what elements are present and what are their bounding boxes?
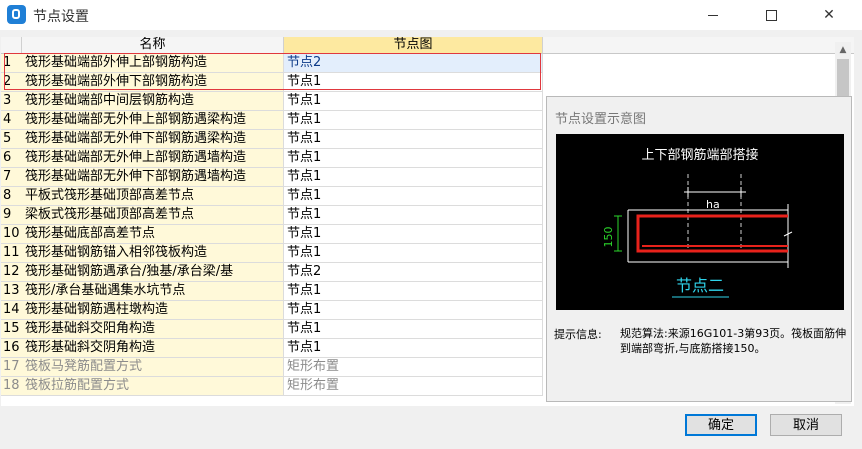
row-node[interactable]: 节点1: [284, 149, 543, 168]
row-name[interactable]: 筏形基础斜交阴角构造: [22, 339, 284, 358]
window-title: 节点设置: [33, 9, 89, 25]
header-node[interactable]: 节点图: [284, 37, 543, 53]
header-index: [1, 37, 22, 53]
row-name[interactable]: 筏形基础斜交阳角构造: [22, 320, 284, 339]
row-name[interactable]: 筏形基础端部无外伸下部钢筋遇梁构造: [22, 130, 284, 149]
title-bar: 节点设置 ✕: [0, 0, 862, 30]
row-node[interactable]: 节点1: [284, 111, 543, 130]
scroll-up-icon[interactable]: ▲: [835, 42, 851, 58]
row-name[interactable]: 筏形基础端部无外伸上部钢筋遇梁构造: [22, 111, 284, 130]
table-row[interactable]: 6 筏形基础端部无外伸上部钢筋遇墙构造 节点1: [1, 149, 543, 168]
row-name[interactable]: 筏形基础端部无外伸上部钢筋遇墙构造: [22, 149, 284, 168]
row-index: 3: [1, 92, 23, 111]
row-index: 13: [1, 282, 23, 301]
table-row[interactable]: 3 筏形基础端部中间层钢筋构造 节点1: [1, 92, 543, 111]
node-preview-panel: 节点设置示意图 上下部钢筋端部搭接 ha 150 节点二 提示信息: 规范算法:…: [546, 96, 852, 402]
row-name[interactable]: 筏形基础钢筋遇柱墩构造: [22, 301, 284, 320]
table-row[interactable]: 12 筏形基础钢筋遇承台/独基/承台梁/基 节点2: [1, 263, 543, 282]
table-row[interactable]: 4 筏形基础端部无外伸上部钢筋遇梁构造 节点1: [1, 111, 543, 130]
close-button[interactable]: ✕: [806, 0, 852, 30]
row-node[interactable]: 节点1: [284, 320, 543, 339]
row-index: 8: [1, 187, 23, 206]
table-row[interactable]: 5 筏形基础端部无外伸下部钢筋遇梁构造 节点1: [1, 130, 543, 149]
table-row[interactable]: 11 筏形基础钢筋锚入相邻筏板构造 节点1: [1, 244, 543, 263]
table-row[interactable]: 9 梁板式筏形基础顶部高差节点 节点1: [1, 206, 543, 225]
table-row[interactable]: 17 筏板马凳筋配置方式 矩形布置: [1, 358, 543, 377]
row-index: 5: [1, 130, 23, 149]
row-name[interactable]: 筏形基础钢筋锚入相邻筏板构造: [22, 244, 284, 263]
table-row[interactable]: 15 筏形基础斜交阳角构造 节点1: [1, 320, 543, 339]
table-row[interactable]: 14 筏形基础钢筋遇柱墩构造 节点1: [1, 301, 543, 320]
table-row[interactable]: 13 筏形/承台基础遇集水坑节点 节点1: [1, 282, 543, 301]
table-row[interactable]: 18 筏板拉筋配置方式 矩形布置: [1, 377, 543, 396]
preview-title: 节点设置示意图: [555, 112, 647, 127]
row-node[interactable]: 节点1: [284, 225, 543, 244]
row-name[interactable]: 筏形/承台基础遇集水坑节点: [22, 282, 284, 301]
cancel-button[interactable]: 取消: [770, 414, 842, 436]
row-node[interactable]: 节点1: [284, 339, 543, 358]
diagram-svg: 上下部钢筋端部搭接 ha 150 节点二: [602, 147, 793, 298]
table-row[interactable]: 10 筏形基础底部高差节点 节点1: [1, 225, 543, 244]
row-index: 17: [1, 358, 23, 377]
row-node[interactable]: 节点1: [284, 168, 543, 187]
maximize-icon: [765, 9, 777, 21]
row-node[interactable]: 矩形布置: [284, 377, 543, 396]
node-diagram: 上下部钢筋端部搭接 ha 150 节点二: [556, 134, 844, 310]
row-name[interactable]: 筏形基础钢筋遇承台/独基/承台梁/基: [22, 263, 284, 282]
diagram-caption: 节点二: [676, 276, 724, 295]
row-name[interactable]: 筏形基础端部中间层钢筋构造: [22, 92, 284, 111]
row-index: 15: [1, 320, 23, 339]
minimize-icon: [708, 14, 718, 16]
header-name[interactable]: 名称: [22, 37, 284, 53]
row-node[interactable]: 节点1: [284, 206, 543, 225]
grid-rows: 1 筏形基础端部外伸上部钢筋构造 节点2 2 筏形基础端部外伸下部钢筋构造 节点…: [1, 54, 543, 396]
ok-button[interactable]: 确定: [685, 414, 757, 436]
hint-label: 提示信息:: [554, 328, 602, 341]
row-index: 7: [1, 168, 23, 187]
selection-highlight: [4, 53, 541, 90]
row-index: 10: [1, 225, 23, 244]
row-node[interactable]: 节点1: [284, 244, 543, 263]
close-icon: ✕: [823, 7, 835, 23]
row-index: 18: [1, 377, 23, 396]
row-node[interactable]: 节点1: [284, 92, 543, 111]
diagram-title: 上下部钢筋端部搭接: [641, 147, 758, 163]
row-index: 11: [1, 244, 23, 263]
row-name[interactable]: 筏板拉筋配置方式: [22, 377, 284, 396]
row-node[interactable]: 节点1: [284, 187, 543, 206]
row-node[interactable]: 节点1: [284, 282, 543, 301]
row-node[interactable]: 矩形布置: [284, 358, 543, 377]
row-index: 14: [1, 301, 23, 320]
row-index: 4: [1, 111, 23, 130]
hint-text: 规范算法:来源16G101-3第93页。筏板面筋伸到端部弯折,与底筋搭接150。: [620, 327, 847, 355]
table-row[interactable]: 16 筏形基础斜交阴角构造 节点1: [1, 339, 543, 358]
row-index: 9: [1, 206, 23, 225]
table-row[interactable]: 7 筏形基础端部无外伸下部钢筋遇墙构造 节点1: [1, 168, 543, 187]
row-index: 16: [1, 339, 23, 358]
table-row[interactable]: 8 平板式筏形基础顶部高差节点 节点1: [1, 187, 543, 206]
row-name[interactable]: 筏形基础端部无外伸下部钢筋遇墙构造: [22, 168, 284, 187]
maximize-button[interactable]: [748, 0, 794, 30]
app-icon: [7, 5, 26, 24]
row-node[interactable]: 节点1: [284, 301, 543, 320]
ha-label: ha: [706, 198, 720, 211]
row-name[interactable]: 平板式筏形基础顶部高差节点: [22, 187, 284, 206]
row-index: 6: [1, 149, 23, 168]
row-index: 12: [1, 263, 23, 282]
dimension-150-label: 150: [602, 227, 615, 248]
row-node[interactable]: 节点1: [284, 130, 543, 149]
row-name[interactable]: 梁板式筏形基础顶部高差节点: [22, 206, 284, 225]
row-name[interactable]: 筏板马凳筋配置方式: [22, 358, 284, 377]
minimize-button[interactable]: [690, 0, 736, 30]
grid-header: 名称 节点图: [1, 37, 854, 54]
row-node[interactable]: 节点2: [284, 263, 543, 282]
row-name[interactable]: 筏形基础底部高差节点: [22, 225, 284, 244]
